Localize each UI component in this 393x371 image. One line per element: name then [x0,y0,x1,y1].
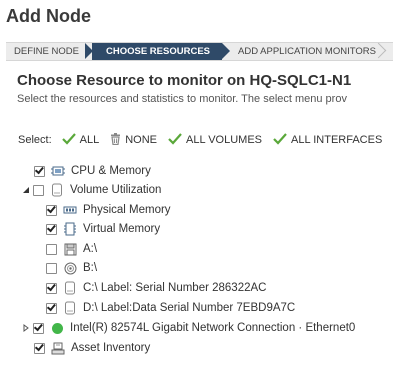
select-all-interfaces-label: ALL INTERFACES [291,134,383,146]
tree-item-label: B:\ [83,262,98,274]
tree-item-checkbox[interactable] [34,165,45,177]
checkmark-icon [61,132,76,148]
tree-item-checkbox[interactable] [46,282,57,294]
section-heading: Choose Resource to monitor on HQ-SQLC1-N… [17,72,352,89]
tree-item-label: Asset Inventory [71,342,151,354]
floppy-icon [63,242,77,256]
tree-item-checkbox[interactable] [46,223,57,235]
trash-icon [110,132,121,148]
tree-item-checkbox[interactable] [33,184,44,196]
tree-item-label: Physical Memory [83,204,171,216]
tree-item-drive-c[interactable]: C:\ Label: Serial Number 286322AC [46,279,266,297]
select-bar: Select: ALL NONE ALL VOLUMES ALL INTERFA… [18,132,393,148]
disc-icon [63,261,77,275]
tree-item-label: D:\ Label:Data Serial Number 7EBD9A7C [83,302,296,314]
select-none-button[interactable]: NONE [110,132,157,148]
tree-item-label: C:\ Label: Serial Number 286322AC [83,282,267,294]
tree-item-checkbox[interactable] [46,204,57,216]
wizard-progress: DEFINE NODE CHOOSE RESOURCES ADD APPLICA… [6,42,393,61]
tree-item-label: Volume Utilization [70,184,162,196]
tree-item-label: CPU & Memory [71,165,151,177]
wizard-step-choose-resources[interactable]: CHOOSE RESOURCES [92,43,230,60]
tree-item-volume-utilization[interactable]: Volume Utilization [21,181,161,199]
checkmark-icon [168,132,182,148]
tree-item-checkbox[interactable] [33,322,44,334]
tree-item-checkbox[interactable] [34,342,45,354]
select-label: Select: [18,134,52,146]
disk-icon [63,301,77,315]
tree-item-virtual-memory[interactable]: Virtual Memory [46,220,160,238]
memory-chip-icon [63,203,77,217]
expand-triangle-icon[interactable] [21,185,31,195]
virtual-memory-icon [63,222,77,236]
disk-icon [63,281,77,295]
asset-inventory-icon [51,341,65,355]
select-all-volumes-label: ALL VOLUMES [186,134,263,146]
tree-item-checkbox[interactable] [46,243,57,255]
tree-item-physical-memory[interactable]: Physical Memory [46,201,171,219]
wizard-step-add-application-monitors[interactable]: ADD APPLICATION MONITORS [222,43,386,60]
select-all-interfaces-button[interactable]: ALL INTERFACES [273,132,383,148]
tree-item-cpu-memory[interactable]: CPU & Memory [34,162,151,180]
status-up-icon [50,321,64,335]
wizard-step-define-node[interactable]: DEFINE NODE [6,43,93,60]
tree-item-drive-b[interactable]: B:\ [46,259,97,277]
page-title: Add Node [6,6,91,26]
select-all-button[interactable]: ALL [61,132,100,148]
tree-item-network-interface[interactable]: Intel(R) 82574L Gigabit Network Connecti… [21,319,355,337]
tree-item-checkbox[interactable] [46,302,57,314]
select-all-label: ALL [79,134,100,146]
tree-item-label: Virtual Memory [83,223,161,235]
cpu-icon [51,164,65,178]
checkmark-icon [273,132,287,148]
expand-triangle-icon[interactable] [21,323,31,333]
tree-item-label: Intel(R) 82574L Gigabit Network Connecti… [70,322,356,334]
tree-item-drive-d[interactable]: D:\ Label:Data Serial Number 7EBD9A7C [46,299,295,317]
select-none-label: NONE [125,134,157,146]
tree-item-asset-inventory[interactable]: Asset Inventory [34,339,150,357]
tree-item-drive-a[interactable]: A:\ [46,240,97,258]
section-description: Select the resources and statistics to m… [17,93,347,105]
tree-item-label: A:\ [83,243,98,255]
tree-item-checkbox[interactable] [46,262,57,274]
select-all-volumes-button[interactable]: ALL VOLUMES [168,132,263,148]
volume-icon [50,183,64,197]
